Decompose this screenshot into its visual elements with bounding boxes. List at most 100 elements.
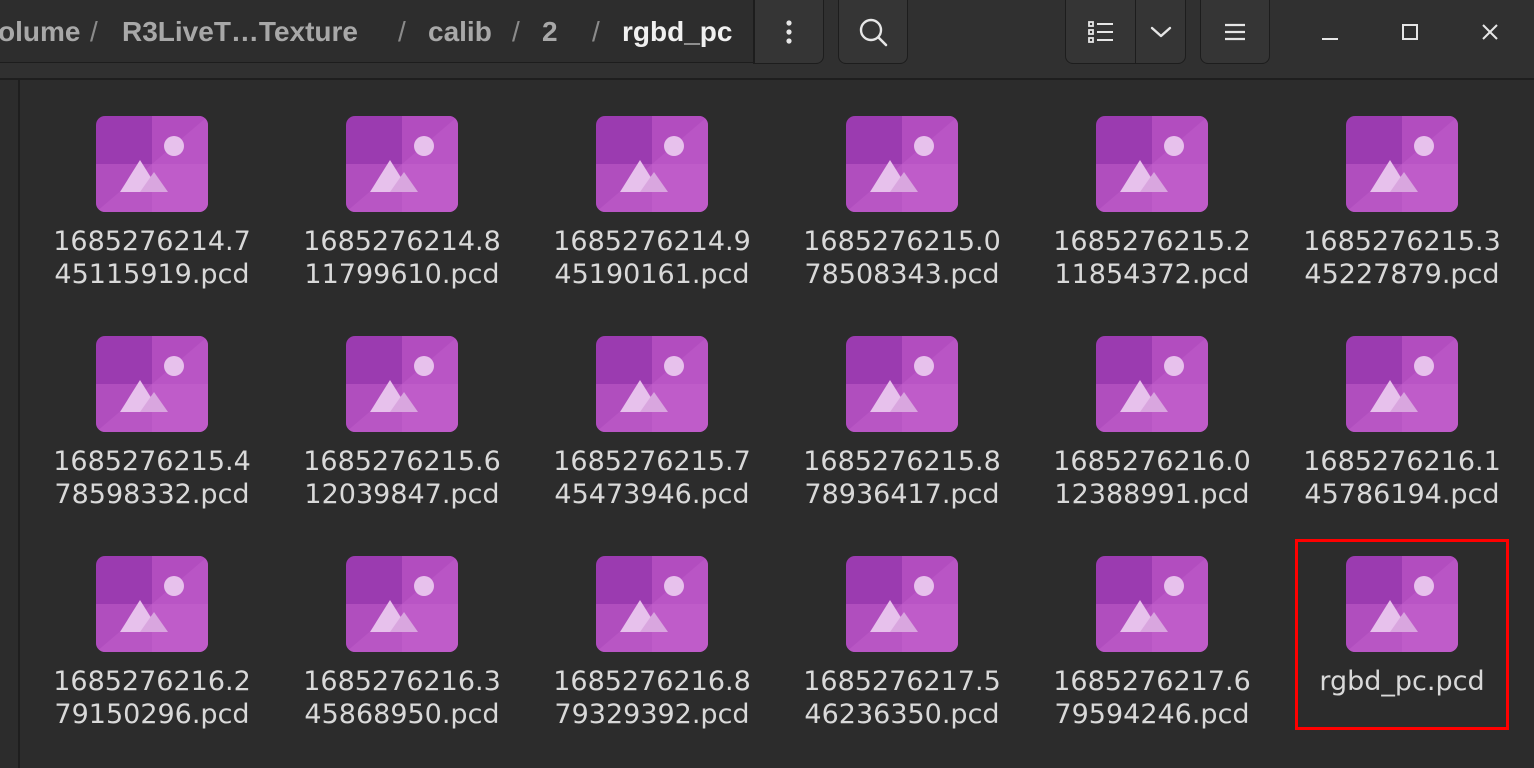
file-item[interactable]: 1685276214.8 11799610.pcd xyxy=(297,81,507,290)
file-name-label: 1685276215.0 78508343.pcd xyxy=(797,225,1007,291)
file-name-line-1: 1685276216.0 xyxy=(1053,446,1251,477)
file-item[interactable]: 1685276215.8 78936417.pcd xyxy=(797,301,1007,510)
file-name-line-2: 45227879.pcd xyxy=(1304,259,1500,290)
vertical-dots-icon xyxy=(786,19,792,44)
file-name-line-1: 1685276216.8 xyxy=(553,666,751,697)
file-name-label: 1685276215.6 12039847.pcd xyxy=(297,445,507,511)
minimize-button[interactable] xyxy=(1300,8,1360,56)
breadcrumb-item-volume[interactable]: olume xyxy=(0,10,80,54)
list-view-button[interactable] xyxy=(1065,0,1137,64)
file-name-line-1: 1685276215.6 xyxy=(303,446,501,477)
file-name-label: 1685276215.8 78936417.pcd xyxy=(797,445,1007,511)
file-name-line-1: 1685276216.3 xyxy=(303,666,501,697)
file-item[interactable]: 1685276216.8 79329392.pcd xyxy=(547,521,757,730)
file-name-label: 1685276214.7 45115919.pcd xyxy=(47,225,257,291)
file-name-line-2: 79329392.pcd xyxy=(554,699,750,730)
file-name-line-2: 12039847.pcd xyxy=(304,479,500,510)
file-name-line-1: 1685276215.4 xyxy=(53,446,251,477)
header-bar: olume / R3LiveT…Texture / calib / 2 / rg… xyxy=(0,0,1534,80)
file-item[interactable]: 1685276215.0 78508343.pcd xyxy=(797,81,1007,290)
file-item[interactable]: 1685276217.6 79594246.pcd xyxy=(1047,521,1257,730)
file-name-label: 1685276217.5 46236350.pcd xyxy=(797,665,1007,731)
file-name-line-2: 46236350.pcd xyxy=(804,699,1000,730)
file-name-line-2: 11854372.pcd xyxy=(1054,259,1250,290)
file-item[interactable]: 1685276216.2 79150296.pcd xyxy=(47,521,257,730)
breadcrumb-separator: / xyxy=(398,16,406,47)
breadcrumb-item-2[interactable]: 2 xyxy=(542,10,558,54)
file-name-line-2: 11799610.pcd xyxy=(304,259,500,290)
file-name-line-1: 1685276214.7 xyxy=(53,226,251,257)
chevron-down-icon xyxy=(1150,26,1171,37)
file-name-label: 1685276214.8 11799610.pcd xyxy=(297,225,507,291)
file-name-label: 1685276215.3 45227879.pcd xyxy=(1297,225,1507,291)
file-name-line-1: 1685276215.0 xyxy=(803,226,1001,257)
view-options-button[interactable] xyxy=(1135,0,1186,64)
file-name-line-2: 45868950.pcd xyxy=(304,699,500,730)
main-menu-button[interactable] xyxy=(1200,0,1270,64)
file-item[interactable]: 1685276215.2 11854372.pcd xyxy=(1047,81,1257,290)
file-item[interactable]: 1685276214.7 45115919.pcd xyxy=(47,81,257,290)
file-item[interactable]: 1685276217.5 46236350.pcd xyxy=(797,521,1007,730)
breadcrumb-item-calib[interactable]: calib xyxy=(428,10,492,54)
file-name-line-1: 1685276215.8 xyxy=(803,446,1001,477)
file-name-line-1: 1685276214.8 xyxy=(303,226,501,257)
file-item[interactable]: 1685276215.7 45473946.pcd xyxy=(547,301,757,510)
file-item[interactable]: 1685276215.4 78598332.pcd xyxy=(47,301,257,510)
file-name-line-2: 45473946.pcd xyxy=(554,479,750,510)
image-file-icon xyxy=(1346,116,1458,212)
image-file-icon xyxy=(846,556,958,652)
image-file-icon xyxy=(1096,556,1208,652)
image-file-icon xyxy=(596,556,708,652)
file-name-line-2: 79594246.pcd xyxy=(1054,699,1250,730)
minimize-icon xyxy=(1322,38,1338,40)
file-item[interactable]: 1685276216.3 45868950.pcd xyxy=(297,521,507,730)
sidebar-edge xyxy=(0,80,20,768)
file-name-line-1: 1685276216.1 xyxy=(1303,446,1501,477)
file-name-line-1: 1685276215.3 xyxy=(1303,226,1501,257)
image-file-icon xyxy=(346,556,458,652)
search-button[interactable] xyxy=(838,0,908,64)
image-file-icon xyxy=(596,336,708,432)
file-item[interactable]: 1685276215.6 12039847.pcd xyxy=(297,301,507,510)
image-file-icon xyxy=(346,116,458,212)
breadcrumb-separator: / xyxy=(592,16,600,47)
image-file-icon xyxy=(1096,116,1208,212)
location-menu-button[interactable] xyxy=(754,0,824,64)
file-name-line-1: 1685276214.9 xyxy=(553,226,751,257)
file-item[interactable]: 1685276215.3 45227879.pcd xyxy=(1297,81,1507,290)
file-name-label: 1685276216.2 79150296.pcd xyxy=(47,665,257,731)
file-name-line-2: 45190161.pcd xyxy=(554,259,750,290)
maximize-button[interactable] xyxy=(1380,8,1440,56)
file-name-label: 1685276216.1 45786194.pcd xyxy=(1297,445,1507,511)
file-item[interactable]: 1685276214.9 45190161.pcd xyxy=(547,81,757,290)
file-name-line-2: 78936417.pcd xyxy=(804,479,1000,510)
close-icon xyxy=(1482,24,1498,40)
file-name-label: 1685276217.6 79594246.pcd xyxy=(1047,665,1257,731)
breadcrumb-separator: / xyxy=(90,16,98,47)
file-name-line-1: 1685276216.2 xyxy=(53,666,251,697)
image-file-icon xyxy=(96,336,208,432)
maximize-icon xyxy=(1402,24,1418,40)
search-icon xyxy=(859,18,888,46)
file-name-line-2: 78598332.pcd xyxy=(54,479,250,510)
file-name-label: 1685276215.2 11854372.pcd xyxy=(1047,225,1257,291)
close-button[interactable] xyxy=(1460,8,1520,56)
file-name-label: 1685276216.8 79329392.pcd xyxy=(547,665,757,731)
breadcrumb-item-r3live-texture[interactable]: R3LiveT…Texture xyxy=(122,10,358,54)
file-name-line-2: 45115919.pcd xyxy=(54,259,250,290)
file-name-line-2: 45786194.pcd xyxy=(1304,479,1500,510)
file-name-label: 1685276215.4 78598332.pcd xyxy=(47,445,257,511)
file-name-label: 1685276216.3 45868950.pcd xyxy=(297,665,507,731)
breadcrumb-separator: / xyxy=(512,16,520,47)
file-name-label: 1685276215.7 45473946.pcd xyxy=(547,445,757,511)
breadcrumb-item-rgbd-pc[interactable]: rgbd_pc xyxy=(622,10,732,54)
file-name-line-2: 78508343.pcd xyxy=(804,259,1000,290)
image-file-icon xyxy=(846,336,958,432)
file-item[interactable]: 1685276216.0 12388991.pcd xyxy=(1047,301,1257,510)
file-item[interactable]: 1685276216.1 45786194.pcd xyxy=(1297,301,1507,510)
file-name-line-1: 1685276215.2 xyxy=(1053,226,1251,257)
image-file-icon xyxy=(1096,336,1208,432)
list-view-icon xyxy=(1088,20,1113,43)
file-name-line-2: 79150296.pcd xyxy=(54,699,250,730)
file-name-line-2: 12388991.pcd xyxy=(1054,479,1250,510)
